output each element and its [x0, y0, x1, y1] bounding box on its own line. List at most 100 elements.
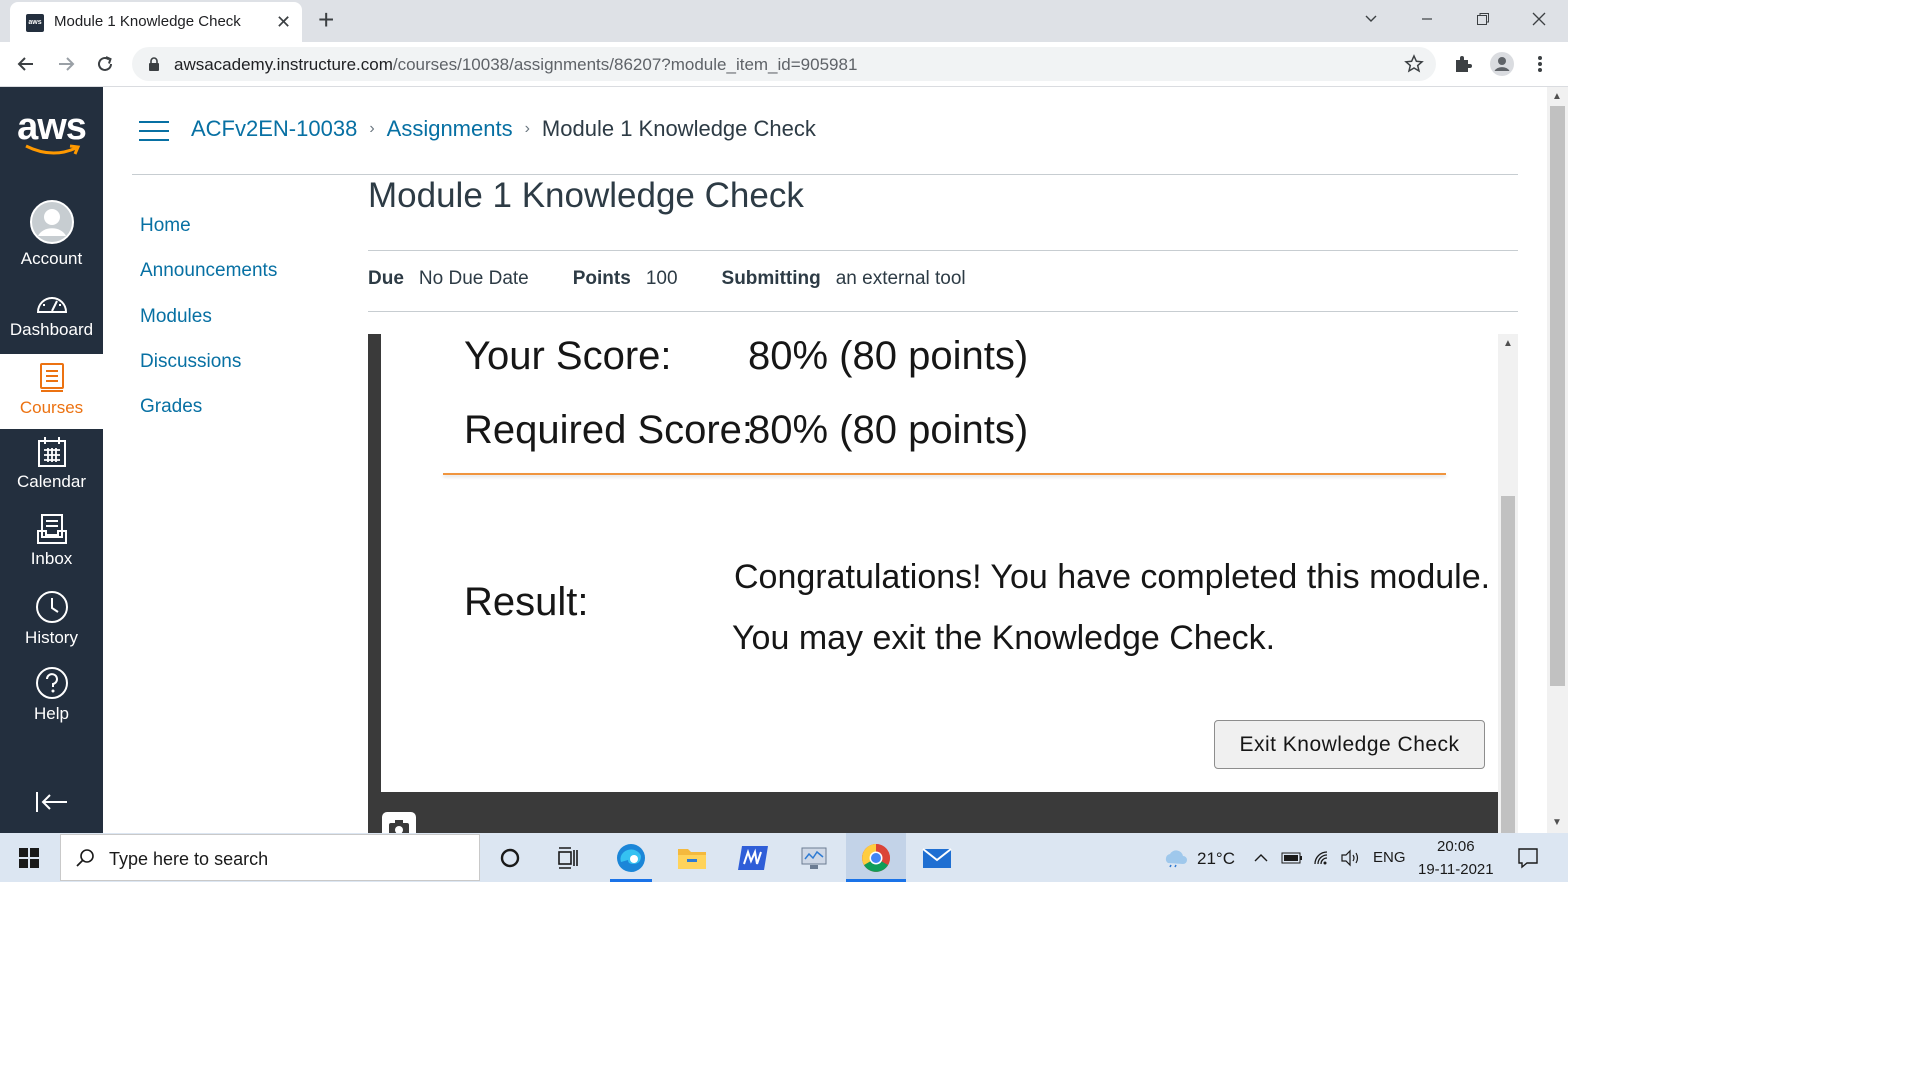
url-host: awsacademy.instructure.com: [174, 55, 393, 74]
page-scrollbar[interactable]: ▲ ▼: [1547, 87, 1568, 833]
profile-avatar-icon[interactable]: [1490, 52, 1514, 76]
nav-dashboard-label: Dashboard: [9, 320, 94, 339]
due-value: No Due Date: [418, 268, 529, 289]
mail-icon[interactable]: [910, 833, 964, 882]
page-scrollbar-thumb[interactable]: [1550, 106, 1565, 686]
restore-icon[interactable]: [1455, 0, 1511, 38]
nav-courses-label: Courses: [19, 398, 84, 417]
exit-knowledge-check-button[interactable]: Exit Knowledge Check: [1214, 720, 1485, 769]
course-nav-home[interactable]: Home: [140, 212, 277, 257]
wifi-icon[interactable]: [1310, 833, 1334, 882]
frame-left-border: [368, 334, 381, 834]
edge-active-indicator: [610, 879, 652, 882]
frame-bottom-bar: [368, 792, 1500, 834]
course-nav-modules[interactable]: Modules: [140, 303, 277, 348]
nav-help[interactable]: Help: [0, 666, 103, 728]
camera-icon[interactable]: [382, 812, 416, 834]
breadcrumb-course-link[interactable]: ACFv2EN-10038: [191, 116, 357, 142]
frame-scrollbar-thumb[interactable]: [1501, 496, 1515, 834]
close-window-icon[interactable]: [1511, 0, 1567, 38]
page-title: Module 1 Knowledge Check: [368, 176, 804, 215]
frame-scrollbar[interactable]: ▲: [1498, 334, 1518, 834]
back-icon[interactable]: [14, 52, 38, 76]
start-windows-icon[interactable]: [0, 833, 58, 882]
collapse-nav-button[interactable]: [0, 790, 103, 820]
nav-inbox[interactable]: Inbox: [0, 513, 103, 575]
windows-taskbar: Type here to search 21°C ENG 20:06 19-11…: [0, 833, 1568, 882]
help-icon: [35, 667, 68, 699]
nav-calendar-label: Calendar: [17, 472, 86, 491]
edge-browser-icon[interactable]: [604, 833, 658, 882]
nav-help-label: Help: [34, 704, 69, 723]
url-path: /courses/10038/assignments/86207?module_…: [392, 55, 858, 74]
result-message-line1: Congratulations! You have completed this…: [734, 558, 1491, 596]
tab-search-icon[interactable]: [1343, 0, 1399, 38]
nav-history-label: History: [25, 628, 78, 647]
breadcrumb-assignments-link[interactable]: Assignments: [387, 116, 513, 142]
file-explorer-icon[interactable]: [665, 833, 719, 882]
reload-icon[interactable]: [93, 52, 117, 76]
nav-account[interactable]: Account: [0, 199, 103, 275]
chrome-browser-icon[interactable]: [846, 833, 906, 882]
nav-courses[interactable]: Courses: [0, 354, 103, 429]
tab-title: Module 1 Knowledge Check: [54, 13, 241, 30]
course-nav-announcements[interactable]: Announcements: [140, 257, 277, 302]
notifications-icon[interactable]: [1508, 833, 1548, 882]
taskbar-search-input[interactable]: Type here to search: [60, 834, 480, 881]
breadcrumb-separator-icon: ›: [524, 120, 530, 137]
input-language[interactable]: ENG: [1373, 849, 1406, 866]
search-icon: [76, 849, 94, 867]
chrome-menu-icon[interactable]: [1528, 52, 1552, 76]
details-divider: [368, 311, 1518, 312]
history-icon: [35, 591, 68, 623]
required-score-label: Required Score:: [464, 408, 754, 452]
address-bar[interactable]: awsacademy.instructure.com/courses/10038…: [132, 47, 1436, 81]
app-mathtype-icon[interactable]: [726, 833, 780, 882]
your-score-label: Your Score:: [464, 334, 672, 378]
cortana-icon[interactable]: [488, 833, 532, 882]
clock-time[interactable]: 20:06: [1437, 838, 1475, 855]
lock-icon: [148, 57, 160, 71]
result-label: Result:: [464, 580, 589, 624]
clock-date[interactable]: 19-11-2021: [1418, 861, 1494, 878]
dashboard-icon: [36, 297, 67, 313]
show-hidden-icons-chevron-icon[interactable]: [1250, 833, 1272, 882]
close-tab-icon[interactable]: ✕: [276, 13, 291, 31]
submitting-value: an external tool: [835, 268, 966, 289]
your-score-value: 80% (80 points): [748, 334, 1029, 378]
extensions-puzzle-icon[interactable]: [1451, 52, 1475, 76]
inbox-icon: [36, 514, 67, 544]
course-navigation: Home Announcements Modules Discussions G…: [140, 212, 277, 438]
temperature-text[interactable]: 21°C: [1197, 849, 1235, 869]
page-scroll-up-icon[interactable]: ▲: [1552, 91, 1562, 102]
nav-inbox-label: Inbox: [30, 549, 73, 568]
course-nav-grades[interactable]: Grades: [140, 393, 277, 438]
page-scroll-down-icon[interactable]: ▼: [1552, 817, 1562, 828]
course-nav-discussions[interactable]: Discussions: [140, 348, 277, 393]
collapse-arrow-icon: [35, 792, 67, 812]
nav-dashboard[interactable]: Dashboard: [0, 290, 103, 352]
forward-icon[interactable]: [54, 52, 78, 76]
breadcrumb-current: Module 1 Knowledge Check: [541, 116, 816, 141]
nav-history[interactable]: History: [0, 590, 103, 652]
battery-icon[interactable]: [1280, 833, 1304, 882]
points-value: 100: [645, 268, 678, 289]
weather-icon[interactable]: [1160, 833, 1190, 882]
minimize-icon[interactable]: [1399, 0, 1455, 38]
global-navigation: aws Account Dashboard Courses Calendar I…: [0, 87, 103, 833]
volume-icon[interactable]: [1338, 833, 1362, 882]
new-tab-icon[interactable]: +: [318, 6, 334, 34]
account-icon: [29, 200, 74, 244]
calendar-icon: [37, 437, 66, 467]
chrome-active-indicator: [846, 879, 906, 882]
search-placeholder: Type here to search: [109, 849, 269, 869]
title-divider: [368, 250, 1518, 251]
app-monitor-icon[interactable]: [787, 833, 841, 882]
nav-calendar[interactable]: Calendar: [0, 436, 103, 498]
browser-tab[interactable]: aws Module 1 Knowledge Check ✕: [10, 2, 302, 42]
bookmark-star-icon[interactable]: [1404, 54, 1424, 74]
scroll-up-arrow-icon[interactable]: ▲: [1503, 338, 1513, 349]
aws-logo[interactable]: aws: [0, 107, 103, 157]
task-view-icon[interactable]: [546, 833, 590, 882]
course-menu-toggle-icon[interactable]: [139, 121, 169, 143]
